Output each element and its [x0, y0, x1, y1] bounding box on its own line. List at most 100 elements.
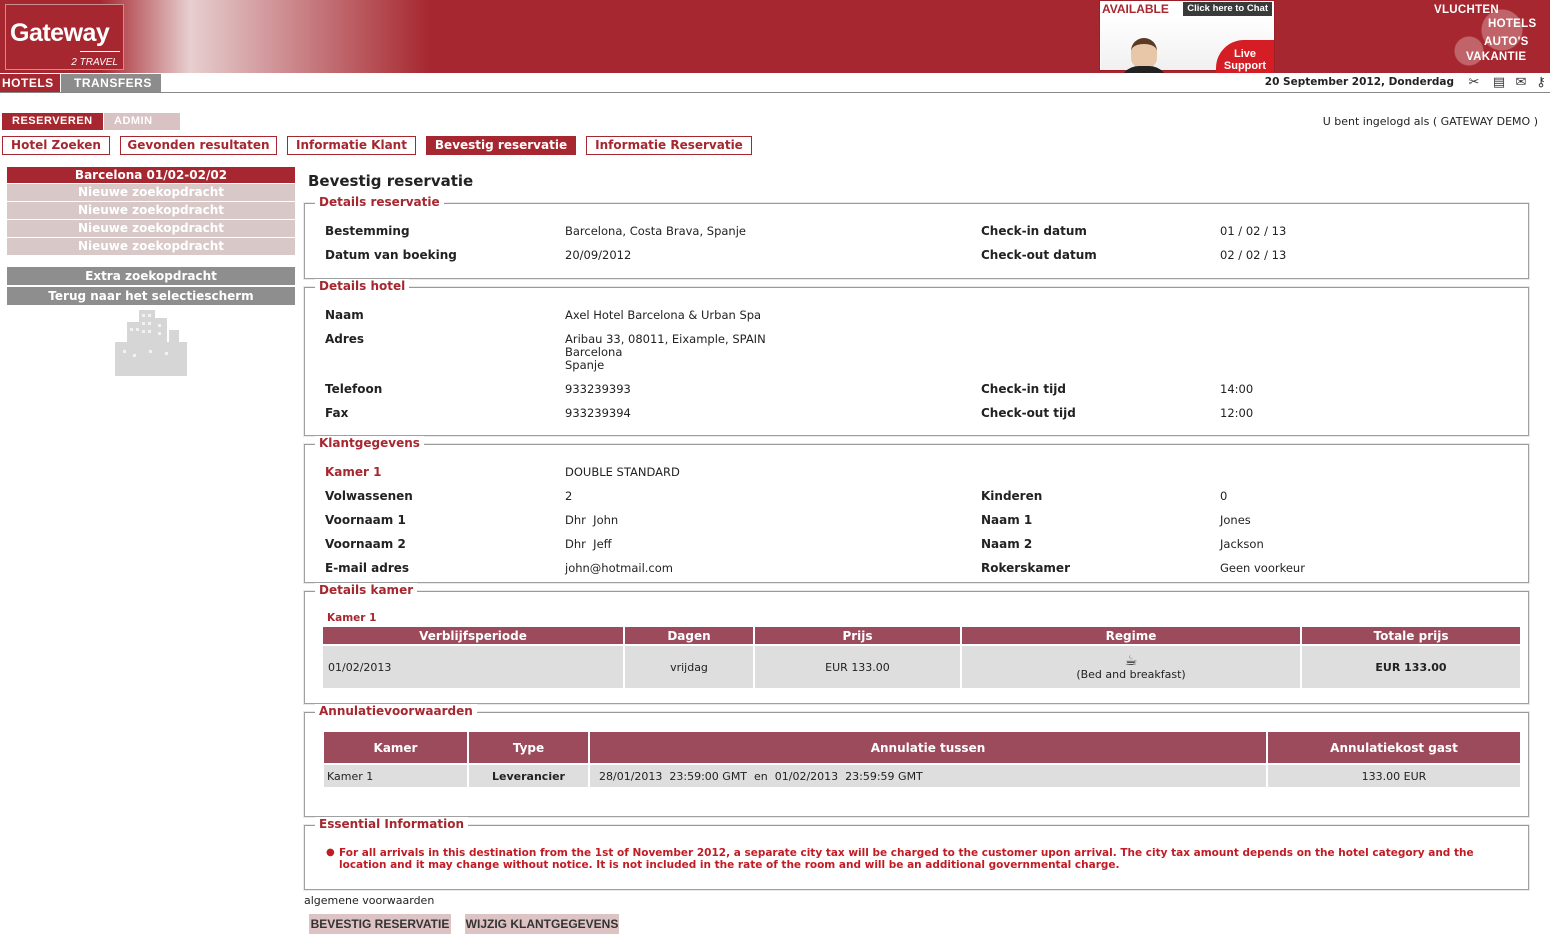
- back-to-selection-button[interactable]: Terug naar het selectiescherm: [7, 287, 295, 305]
- confirm-reservation-button[interactable]: BEVESTIG RESERVATIE: [309, 914, 451, 934]
- naam1-value: Jones: [1220, 513, 1251, 527]
- col-type: Type: [469, 732, 588, 763]
- telefoon-value: 933239393: [565, 382, 631, 396]
- terms-link[interactable]: algemene voorwaarden: [304, 894, 434, 907]
- checkout-label: Check-out datum: [981, 248, 1097, 262]
- kamer-cell: Kamer 1: [324, 765, 467, 787]
- hotel-details-section: Details hotel Naam Axel Hotel Barcelona …: [304, 279, 1529, 436]
- logo-subtext: 2 TRAVEL: [71, 57, 118, 68]
- live-chat-banner[interactable]: AVAILABLE Click here to Chat Live Suppor…: [1099, 0, 1275, 86]
- tab-reserveren[interactable]: RESERVEREN: [2, 113, 103, 130]
- step-hotel-zoeken[interactable]: Hotel Zoeken: [2, 136, 110, 155]
- kost-cell: 133.00 EUR: [1268, 765, 1520, 787]
- city-buildings-icon: [115, 310, 187, 376]
- customer-details-section: Klantgegevens Kamer 1 DOUBLE STANDARD Vo…: [304, 436, 1529, 583]
- new-search-item[interactable]: Nieuwe zoekopdracht: [7, 184, 295, 201]
- col-annulatie-tussen: Annulatie tussen: [590, 732, 1266, 763]
- nav-autos[interactable]: AUTO'S: [1484, 36, 1529, 48]
- support-agent-image: Live Support: [1101, 18, 1274, 86]
- bestemming-label: Bestemming: [325, 224, 410, 238]
- bullet-icon: ●: [326, 847, 335, 858]
- col-totale-prijs: Totale prijs: [1302, 627, 1520, 644]
- fax-value: 933239394: [565, 406, 631, 420]
- voornaam1-value: Dhr John: [565, 513, 619, 527]
- key-icon[interactable]: ⚷: [1534, 76, 1548, 90]
- checkin-label: Check-in datum: [981, 224, 1087, 238]
- reservation-details-section: Details reservatie Bestemming Barcelona,…: [304, 195, 1529, 279]
- logo-divider: [80, 51, 120, 52]
- agent-head: [1131, 38, 1157, 68]
- periode-cell: 01/02/2013: [323, 646, 623, 688]
- current-search-item[interactable]: Barcelona 01/02-02/02: [7, 167, 295, 183]
- tab-admin[interactable]: ADMIN: [104, 113, 180, 130]
- edit-customer-button[interactable]: WIJZIG KLANTGEGEVENS: [465, 914, 619, 934]
- cancellation-table: Kamer Type Annulatie tussen Annulatiekos…: [322, 730, 1522, 789]
- essential-info-text: For all arrivals in this destination fro…: [339, 847, 1474, 871]
- notepad-icon[interactable]: ▤: [1492, 76, 1506, 90]
- step-gevonden-resultaten[interactable]: Gevonden resultaten: [120, 136, 277, 155]
- gateway-logo[interactable]: Gateway 2 TRAVEL: [5, 4, 124, 70]
- datum-label: Datum van boeking: [325, 248, 457, 262]
- section-legend: Essential Information: [315, 817, 469, 831]
- prijs-cell: EUR 133.00: [755, 646, 960, 688]
- tab-hotels[interactable]: HOTELS: [0, 74, 60, 92]
- checkout-value: 02 / 02 / 13: [1220, 248, 1287, 262]
- kinderen-value: 0: [1220, 489, 1228, 503]
- section-legend: Annulatievoorwaarden: [315, 704, 477, 718]
- section-legend: Details reservatie: [315, 195, 444, 209]
- checkin-value: 01 / 02 / 13: [1220, 224, 1287, 238]
- header-banner: Gateway 2 TRAVEL AVAILABLE Click here to…: [0, 0, 1550, 86]
- type-cell: Leverancier: [469, 765, 588, 787]
- extra-search-button[interactable]: Extra zoekopdracht: [7, 267, 295, 285]
- coffee-cup-icon: ☕: [1124, 652, 1138, 669]
- naam-label: Naam: [325, 308, 364, 322]
- new-search-item[interactable]: Nieuwe zoekopdracht: [7, 238, 295, 255]
- volwassenen-value: 2: [565, 489, 573, 503]
- volwassenen-label: Volwassenen: [325, 489, 413, 503]
- main-tab-bar: HOTELS TRANSFERS 20 September 2012, Dond…: [0, 73, 1550, 93]
- nav-vluchten[interactable]: VLUCHTEN: [1434, 4, 1499, 16]
- step-informatie-reservatie[interactable]: Informatie Reservatie: [586, 136, 752, 155]
- table-row: 01/02/2013 vrijdag EUR 133.00 ☕ (Bed and…: [323, 646, 1520, 688]
- col-kamer: Kamer: [324, 732, 467, 763]
- nav-vakantie[interactable]: VAKANTIE: [1466, 51, 1526, 63]
- step-bevestig-reservatie[interactable]: Bevestig reservatie: [426, 136, 576, 155]
- table-row: Kamer 1 Leverancier 28/01/2013 23:59:00 …: [324, 765, 1520, 787]
- bestemming-value: Barcelona, Costa Brava, Spanje: [565, 224, 746, 238]
- room-table: Verblijfsperiode Dagen Prijs Regime Tota…: [321, 625, 1522, 690]
- click-to-chat-button[interactable]: Click here to Chat: [1183, 2, 1272, 16]
- table-header-row: Verblijfsperiode Dagen Prijs Regime Tota…: [323, 627, 1520, 644]
- step-informatie-klant[interactable]: Informatie Klant: [287, 136, 416, 155]
- section-legend: Klantgegevens: [315, 436, 424, 450]
- section-legend: Details kamer: [315, 583, 418, 597]
- kamer-value: DOUBLE STANDARD: [565, 465, 680, 479]
- checkout-tijd-value: 12:00: [1220, 406, 1254, 420]
- mail-icon[interactable]: ✉: [1514, 76, 1528, 90]
- checkin-tijd-label: Check-in tijd: [981, 382, 1066, 396]
- kinderen-label: Kinderen: [981, 489, 1043, 503]
- nav-hotels[interactable]: HOTELS: [1488, 18, 1536, 30]
- logo-text: Gateway: [10, 19, 110, 47]
- section-legend: Details hotel: [315, 279, 410, 293]
- tools-icon[interactable]: ✂: [1467, 76, 1481, 90]
- fax-label: Fax: [325, 406, 349, 420]
- adres-line3: Spanje: [565, 358, 605, 372]
- totaal-cell: EUR 133.00: [1302, 646, 1520, 688]
- support-line1: Live: [1233, 48, 1256, 60]
- essential-info-section: Essential Information ● For all arrivals…: [304, 817, 1529, 890]
- login-status: U bent ingelogd als ( GATEWAY DEMO ): [1322, 115, 1538, 128]
- current-date: 20 September 2012, Donderdag: [1264, 76, 1454, 88]
- naam1-label: Naam 1: [981, 513, 1033, 527]
- naam2-value: Jackson: [1220, 537, 1264, 551]
- checkin-tijd-value: 14:00: [1220, 382, 1254, 396]
- page-title: Bevestig reservatie: [308, 172, 474, 190]
- regime-text: (Bed and breakfast): [1076, 667, 1186, 681]
- voornaam2-label: Voornaam 2: [325, 537, 406, 551]
- new-search-item[interactable]: Nieuwe zoekopdracht: [7, 202, 295, 219]
- col-verblijfsperiode: Verblijfsperiode: [323, 627, 623, 644]
- tussen-cell: 28/01/2013 23:59:00 GMT en 01/02/2013 23…: [590, 765, 1266, 787]
- rokerskamer-value: Geen voorkeur: [1220, 561, 1305, 575]
- tab-transfers[interactable]: TRANSFERS: [61, 74, 161, 92]
- regime-cell: ☕ (Bed and breakfast): [962, 646, 1300, 688]
- new-search-item[interactable]: Nieuwe zoekopdracht: [7, 220, 295, 237]
